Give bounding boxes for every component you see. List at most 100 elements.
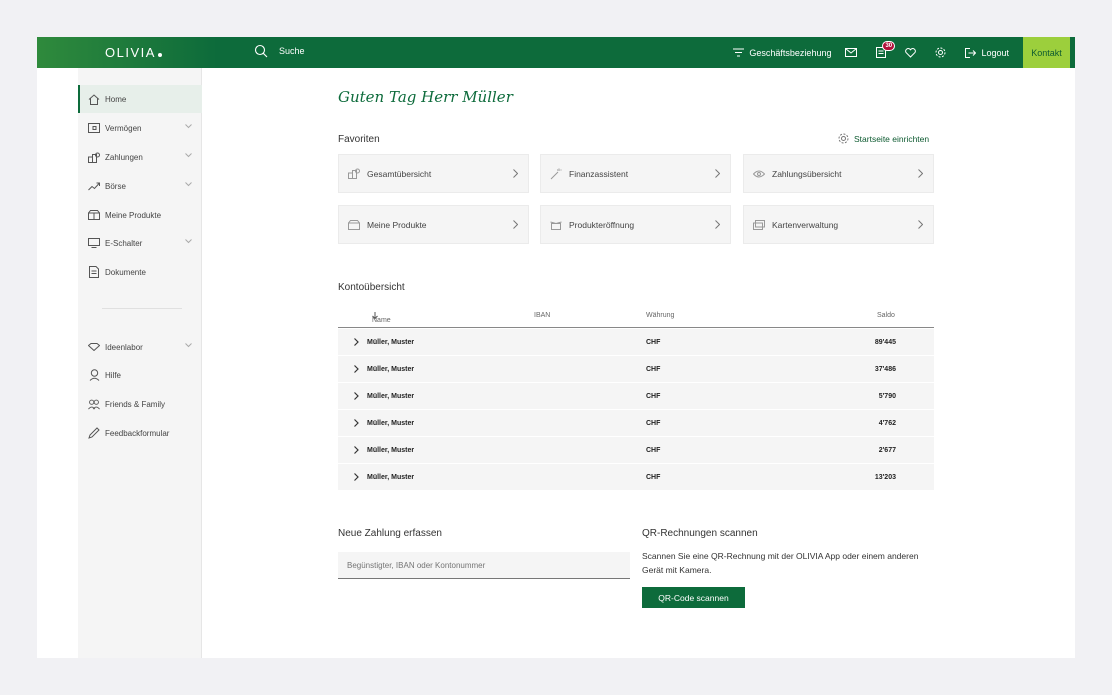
- account-currency: CHF: [646, 474, 661, 481]
- favorite-tile-kartenverwaltung[interactable]: Kartenverwaltung: [743, 205, 934, 244]
- account-balance: 4'762: [878, 420, 896, 427]
- mail-button[interactable]: [845, 48, 862, 57]
- pencil-icon: [88, 427, 100, 439]
- sidebar-item-vermoegen[interactable]: Vermögen: [78, 114, 202, 142]
- settings-button[interactable]: [935, 47, 951, 58]
- sidebar-item-home[interactable]: Home: [78, 85, 202, 113]
- logo[interactable]: OLIVIA: [105, 45, 162, 60]
- favorite-tile-meine-produkte[interactable]: Meine Produkte: [338, 205, 529, 244]
- setup-link-label: Startseite einrichten: [854, 133, 930, 144]
- table-row[interactable]: Müller, Muster CHF 89'445: [338, 329, 934, 356]
- trend-icon: [88, 180, 100, 192]
- table-row[interactable]: Müller, Muster CHF 13'203: [338, 464, 934, 491]
- coins-icon: [348, 168, 360, 180]
- qr-description: Scannen Sie eine QR-Rechnung mit der OLI…: [642, 551, 919, 575]
- sidebar-item-boerse[interactable]: Börse: [78, 172, 202, 200]
- gear-icon: [935, 47, 946, 58]
- favorite-tile-finanzassistent[interactable]: Finanzassistent: [540, 154, 731, 193]
- mail-icon: [845, 48, 858, 57]
- gear-icon: [838, 133, 849, 144]
- account-balance: 37'486: [874, 366, 896, 373]
- favorites-button[interactable]: [905, 47, 921, 58]
- sidebar-item-label: Ideenlabor: [105, 342, 143, 352]
- sidebar-item-label: Meine Produkte: [105, 210, 162, 220]
- relationship-label: Geschäftsbeziehung: [749, 47, 832, 58]
- chevron-right-icon: [354, 419, 359, 427]
- qr-scan-button[interactable]: QR-Code scannen: [642, 587, 745, 608]
- sidebar-item-meine-produkte[interactable]: Meine Produkte: [78, 201, 202, 229]
- account-balance: 5'790: [878, 393, 896, 400]
- sidebar-item-e-schalter[interactable]: E-Schalter: [78, 229, 202, 257]
- sidebar-item-zahlungen[interactable]: Zahlungen: [78, 143, 202, 171]
- heart-icon: [905, 47, 917, 58]
- chevron-right-icon: [918, 169, 923, 178]
- favorite-label: Gesamtübersicht: [367, 168, 432, 179]
- eye-icon: [753, 168, 765, 180]
- contact-button[interactable]: Kontakt: [1023, 37, 1075, 68]
- column-balance: Saldo: [877, 312, 895, 319]
- chevron-right-icon: [513, 220, 518, 229]
- sidebar-item-label: Dokumente: [105, 267, 146, 277]
- logout-label: Logout: [981, 47, 1009, 58]
- sidebar-item-dokumente[interactable]: Dokumente: [78, 258, 202, 286]
- sidebar-item-label: Feedbackformular: [105, 428, 170, 438]
- favorite-label: Produkteröffnung: [569, 219, 635, 230]
- favorites-title: Favoriten: [338, 134, 380, 145]
- table-row[interactable]: Müller, Muster CHF 37'486: [338, 356, 934, 383]
- document-icon: [88, 266, 100, 278]
- sidebar-item-friends-family[interactable]: Friends & Family: [78, 390, 202, 418]
- payment-title: Neue Zahlung erfassen: [338, 528, 442, 539]
- search-trigger[interactable]: Suche: [254, 44, 305, 58]
- sidebar-item-label: Friends & Family: [105, 399, 166, 409]
- chevron-down-icon: [185, 343, 192, 348]
- account-name: Müller, Muster: [367, 420, 415, 427]
- help-icon: [88, 369, 100, 381]
- chevron-right-icon: [354, 365, 359, 373]
- logout-button[interactable]: Logout: [965, 47, 1009, 58]
- home-icon: [88, 93, 100, 105]
- account-currency: CHF: [646, 366, 661, 373]
- chevron-right-icon: [715, 220, 720, 229]
- account-balance: 2'677: [878, 447, 896, 454]
- column-name-label: Name: [372, 317, 391, 324]
- table-row[interactable]: Müller, Muster CHF 4'762: [338, 410, 934, 437]
- sidebar-item-hilfe[interactable]: Hilfe: [78, 361, 202, 389]
- account-currency: CHF: [646, 447, 661, 454]
- sidebar-item-label: Börse: [105, 181, 126, 191]
- chevron-right-icon: [918, 220, 923, 229]
- table-row[interactable]: Müller, Muster CHF 5'790: [338, 383, 934, 410]
- search-label: Suche: [279, 46, 305, 56]
- favorite-tile-zahlungsuebersicht[interactable]: Zahlungsübersicht: [743, 154, 934, 193]
- account-name: Müller, Muster: [367, 447, 415, 454]
- favorite-label: Meine Produkte: [367, 219, 427, 230]
- logout-icon: [965, 47, 977, 58]
- column-name[interactable]: Name: [372, 312, 391, 324]
- people-icon: [88, 398, 100, 410]
- top-bar: OLIVIA Suche Geschäftsbeziehung 30 Logou…: [37, 37, 1075, 68]
- inbox-button[interactable]: 30: [876, 41, 896, 58]
- relationship-button[interactable]: Geschäftsbeziehung: [733, 48, 831, 58]
- qr-title: QR-Rechnungen scannen: [642, 528, 758, 539]
- search-icon: [254, 44, 268, 58]
- chevron-right-icon: [354, 473, 359, 481]
- inbox-badge: 30: [882, 41, 896, 51]
- chevron-right-icon: [354, 446, 359, 454]
- sidebar: Home Vermögen Zahlungen Börse Meine Prod…: [78, 68, 202, 658]
- chevron-right-icon: [513, 169, 518, 178]
- logo-text: OLIVIA: [105, 45, 156, 60]
- setup-homepage-link[interactable]: Startseite einrichten: [838, 133, 929, 144]
- sidebar-item-ideenlabor[interactable]: Ideenlabor: [78, 333, 202, 361]
- favorite-label: Zahlungsübersicht: [772, 168, 842, 179]
- table-row[interactable]: Müller, Muster CHF 2'677: [338, 437, 934, 464]
- favorite-tile-produkteroeffnung[interactable]: Produkteröffnung: [540, 205, 731, 244]
- sidebar-item-feedback[interactable]: Feedbackformular: [78, 419, 202, 447]
- account-name: Müller, Muster: [367, 339, 415, 346]
- payment-recipient-input[interactable]: [338, 552, 630, 579]
- favorite-tile-gesamtuebersicht[interactable]: Gesamtübersicht: [338, 154, 529, 193]
- chevron-down-icon: [185, 153, 192, 158]
- monitor-icon: [88, 237, 100, 249]
- sidebar-item-label: Vermögen: [105, 123, 142, 133]
- sidebar-item-label: Zahlungen: [105, 152, 143, 162]
- top-actions: Geschäftsbeziehung 30 Logout Kontakt: [733, 37, 1075, 68]
- favorite-label: Finanzassistent: [569, 168, 629, 179]
